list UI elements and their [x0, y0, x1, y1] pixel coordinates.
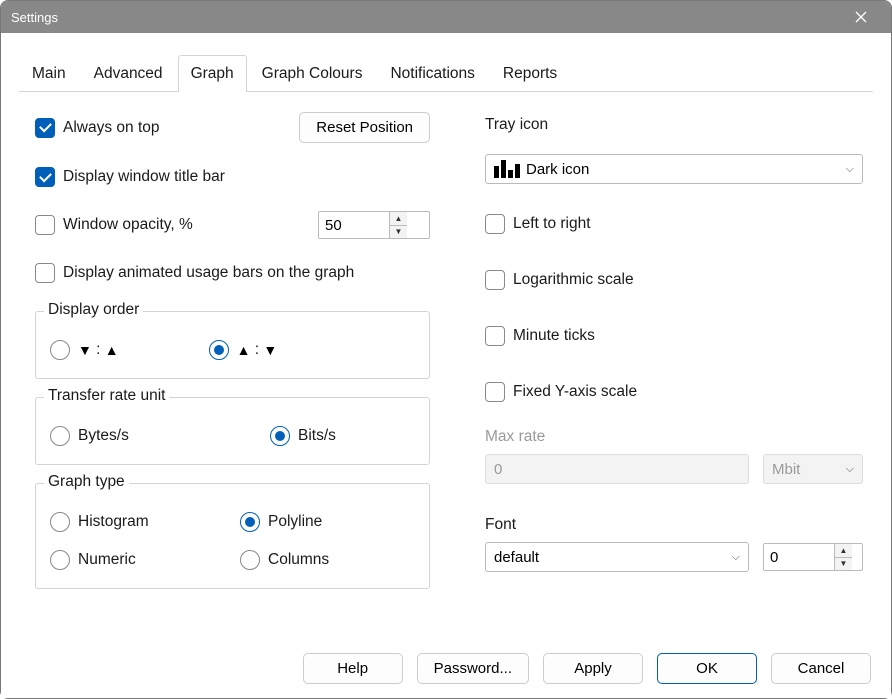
always-on-top-label: Always on top — [63, 119, 160, 137]
spin-down-icon[interactable]: ▼ — [835, 558, 852, 571]
spin-down-icon[interactable]: ▼ — [390, 226, 407, 239]
tab-bar: Main Advanced Graph Graph Colours Notifi… — [1, 33, 891, 92]
tray-icon-select[interactable]: Dark icon ⌵ — [485, 154, 863, 184]
font-value: default — [494, 549, 539, 566]
animated-bars-checkbox[interactable] — [35, 263, 55, 283]
display-order-legend: Display order — [44, 301, 143, 319]
tray-icon-label: Tray icon — [485, 116, 863, 134]
numeric-label: Numeric — [78, 551, 136, 569]
display-order-radio-2[interactable] — [209, 340, 229, 360]
transfer-rate-bytes[interactable]: Bytes/s — [50, 422, 180, 450]
reset-position-button[interactable]: Reset Position — [299, 112, 430, 143]
window-opacity-label: Window opacity, % — [63, 216, 193, 234]
numeric-radio[interactable] — [50, 550, 70, 570]
close-icon[interactable] — [841, 11, 881, 23]
display-order-radio-1[interactable] — [50, 340, 70, 360]
window-opacity-input[interactable] — [319, 212, 389, 238]
graph-type-columns[interactable]: Columns — [240, 546, 415, 574]
bytes-radio[interactable] — [50, 426, 70, 446]
bits-label: Bits/s — [298, 427, 336, 445]
titlebar: Settings — [1, 1, 891, 33]
tab-main[interactable]: Main — [19, 55, 79, 92]
animated-bars-label: Display animated usage bars on the graph — [63, 264, 354, 282]
display-order-option-2[interactable]: ▲ : ▼ — [209, 336, 278, 364]
minute-ticks-checkbox[interactable] — [485, 326, 505, 346]
display-titlebar-label: Display window title bar — [63, 168, 225, 186]
graph-type-numeric[interactable]: Numeric — [50, 546, 240, 574]
spin-up-icon[interactable]: ▲ — [390, 212, 407, 226]
cancel-button[interactable]: Cancel — [771, 653, 871, 684]
polyline-radio[interactable] — [240, 512, 260, 532]
tab-reports[interactable]: Reports — [490, 55, 570, 92]
triangle-down-icon: ▼ — [78, 342, 92, 358]
password-button[interactable]: Password... — [417, 653, 529, 684]
triangle-up-icon: ▲ — [105, 342, 119, 358]
minute-ticks-label: Minute ticks — [513, 327, 595, 345]
ok-button[interactable]: OK — [657, 653, 757, 684]
fixed-y-checkbox[interactable] — [485, 382, 505, 402]
bars-icon — [494, 160, 520, 178]
graph-type-histogram[interactable]: Histogram — [50, 508, 240, 536]
font-label: Font — [485, 516, 863, 534]
display-order-option-1[interactable]: ▼ : ▲ — [50, 336, 119, 364]
tab-advanced[interactable]: Advanced — [81, 55, 176, 92]
apply-button[interactable]: Apply — [543, 653, 643, 684]
histogram-radio[interactable] — [50, 512, 70, 532]
spin-up-icon[interactable]: ▲ — [835, 544, 852, 558]
graph-type-polyline[interactable]: Polyline — [240, 508, 415, 536]
window-opacity-spinbox[interactable]: ▲ ▼ — [318, 211, 430, 239]
transfer-rate-group: Transfer rate unit Bytes/s Bits/s — [35, 397, 430, 465]
left-to-right-label: Left to right — [513, 215, 591, 233]
histogram-label: Histogram — [78, 513, 149, 531]
chevron-down-icon: ⌵ — [846, 163, 854, 176]
display-order-group: Display order ▼ : ▲ ▲ : ▼ — [35, 311, 430, 379]
display-titlebar-checkbox[interactable] — [35, 167, 55, 187]
chevron-down-icon: ⌵ — [732, 551, 740, 564]
columns-radio[interactable] — [240, 550, 260, 570]
transfer-rate-legend: Transfer rate unit — [44, 387, 169, 405]
tab-graph-colours[interactable]: Graph Colours — [249, 55, 376, 92]
font-size-spinbox[interactable]: ▲ ▼ — [763, 543, 863, 571]
fixed-y-label: Fixed Y-axis scale — [513, 383, 637, 401]
tab-graph[interactable]: Graph — [178, 55, 247, 92]
tray-icon-value: Dark icon — [526, 161, 589, 178]
help-button[interactable]: Help — [303, 653, 403, 684]
window-opacity-checkbox[interactable] — [35, 215, 55, 235]
bits-radio[interactable] — [270, 426, 290, 446]
window-title: Settings — [11, 10, 841, 25]
max-rate-label: Max rate — [485, 428, 863, 446]
columns-label: Columns — [268, 551, 329, 569]
transfer-rate-bits[interactable]: Bits/s — [270, 422, 336, 450]
triangle-up-icon: ▲ — [237, 342, 251, 358]
graph-type-legend: Graph type — [44, 473, 129, 491]
bytes-label: Bytes/s — [78, 427, 129, 445]
font-size-input[interactable] — [764, 544, 834, 570]
triangle-down-icon: ▼ — [263, 342, 277, 358]
log-scale-label: Logarithmic scale — [513, 271, 634, 289]
log-scale-checkbox[interactable] — [485, 270, 505, 290]
chevron-down-icon: ⌵ — [846, 463, 854, 476]
left-to-right-checkbox[interactable] — [485, 214, 505, 234]
tab-notifications[interactable]: Notifications — [377, 55, 487, 92]
graph-type-group: Graph type Histogram Polyline Numeric — [35, 483, 430, 589]
max-rate-value: 0 — [494, 461, 502, 478]
polyline-label: Polyline — [268, 513, 322, 531]
footer: Help Password... Apply OK Cancel — [1, 638, 891, 698]
max-rate-input: 0 — [485, 454, 749, 484]
max-rate-unit-select: Mbit ⌵ — [763, 454, 863, 484]
always-on-top-checkbox[interactable] — [35, 118, 55, 138]
max-rate-unit-value: Mbit — [772, 461, 800, 478]
font-select[interactable]: default ⌵ — [485, 542, 749, 572]
